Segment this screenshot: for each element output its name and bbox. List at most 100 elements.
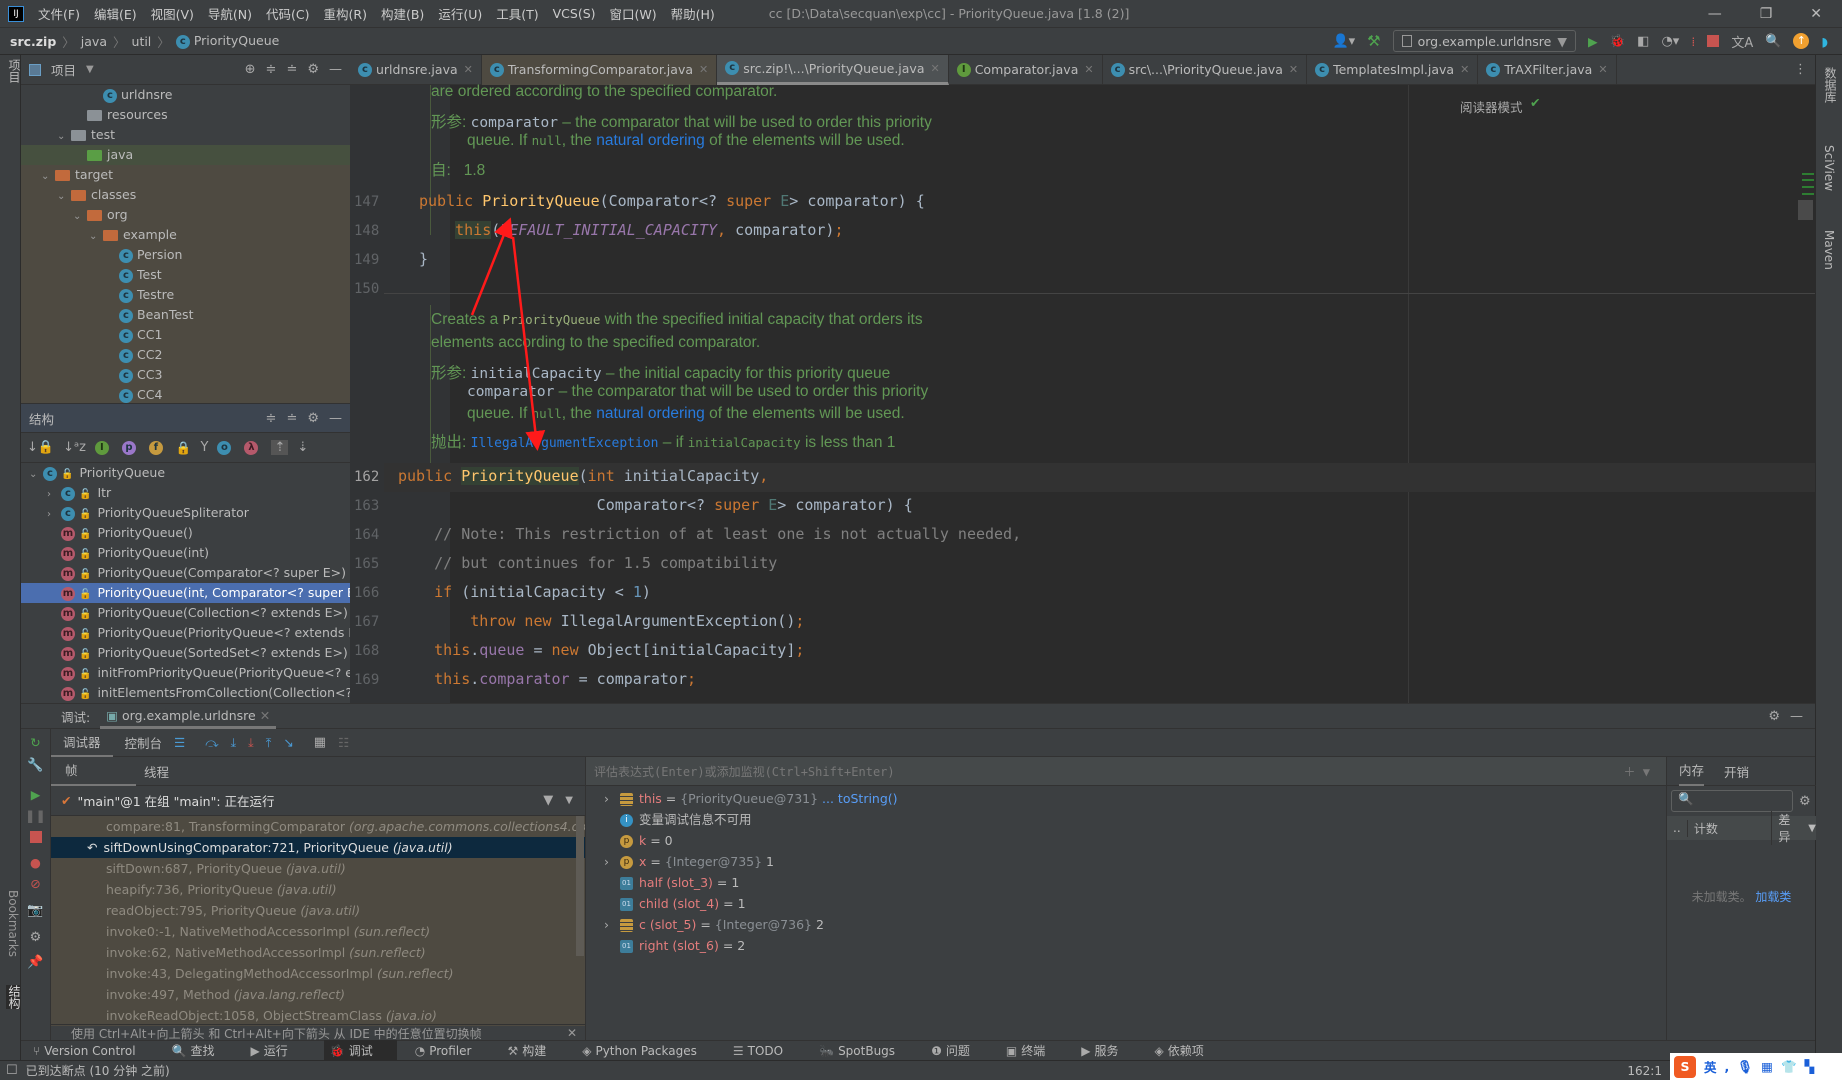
force-step-into-icon[interactable]: ⤓	[248, 735, 254, 751]
variable-row[interactable]: i 变量调试信息不可用	[586, 809, 1666, 830]
tool-window-button[interactable]: ▶ 服务	[1081, 1042, 1136, 1059]
chevron-down-icon[interactable]: ⌄	[89, 227, 103, 247]
apps-icon[interactable]: ▚	[1805, 1059, 1815, 1074]
structure-item[interactable]: m 🔓 PriorityQueue(PriorityQueue<? extends …	[21, 623, 350, 643]
tab-console[interactable]: 控制台	[125, 733, 163, 752]
settings-wrench-icon[interactable]: 🔧	[21, 758, 50, 773]
collapse-all-icon[interactable]: ≐	[286, 62, 297, 77]
tool-window-button[interactable]: ☰ TODO	[733, 1044, 801, 1058]
chevron-down-icon[interactable]: ⌄	[29, 465, 43, 485]
status-toggle-icon[interactable]: ☐	[6, 1063, 18, 1078]
tree-item[interactable]: c CC4	[21, 385, 350, 403]
chevron-down-icon[interactable]: ⌄	[73, 207, 87, 227]
menu-item[interactable]: 导航(N)	[208, 4, 252, 23]
memory-search-input[interactable]: 🔍	[1671, 790, 1793, 812]
settings-icon[interactable]: ⚙	[21, 930, 50, 945]
tree-item[interactable]: java	[21, 145, 350, 165]
step-out-icon[interactable]: ⤒	[266, 735, 272, 751]
doc-link[interactable]: natural ordering	[596, 405, 705, 422]
structure-item[interactable]: m 🔓 initElementsFromCollection(Collection<…	[21, 683, 350, 703]
step-into-icon[interactable]: ⤓	[231, 735, 237, 751]
close-tab-icon[interactable]: ✕	[1598, 63, 1607, 76]
expand-all-icon[interactable]: ≑	[266, 411, 277, 426]
pause-icon[interactable]: ❚❚	[21, 808, 50, 823]
gear-icon[interactable]: ⚙	[1799, 794, 1811, 809]
breadcrumb-item[interactable]: util	[132, 34, 152, 49]
structure-item[interactable]: m 🔓 PriorityQueue(int, Comparator<? super …	[21, 583, 350, 603]
tool-window-button[interactable]: ◔ Profiler	[415, 1044, 490, 1058]
chevron-right-icon[interactable]: ›	[47, 505, 61, 525]
lambdas-icon[interactable]: o	[217, 440, 232, 455]
menu-item[interactable]: 代码(C)	[266, 4, 309, 23]
tree-item[interactable]: ⌄ example	[21, 225, 350, 245]
build-hammer-icon[interactable]: ⚒	[1367, 32, 1380, 50]
tab-overhead[interactable]: 开销	[1724, 762, 1749, 781]
autoscroll-to-source-icon[interactable]: ⇡	[271, 440, 289, 455]
tab-debugger[interactable]: 调试器	[51, 729, 113, 757]
structure-item[interactable]: m 🔓 initFromPriorityQueue(PriorityQueue<? …	[21, 663, 350, 683]
frames-scrollbar[interactable]	[576, 816, 584, 956]
anonymous-icon[interactable]: Y	[200, 440, 208, 455]
structure-item[interactable]: m 🔓 PriorityQueue(SortedSet<? extends E>)	[21, 643, 350, 663]
close-tab-icon[interactable]: ✕	[699, 63, 708, 76]
menu-item[interactable]: 重构(R)	[324, 4, 367, 23]
stack-frame[interactable]: invoke:497, Method (java.lang.reflect)	[51, 984, 585, 1005]
stack-frame[interactable]: invoke:43, DelegatingMethodAccessorImpl …	[51, 963, 585, 984]
close-tab-icon[interactable]: ✕	[930, 62, 939, 75]
variable-row[interactable]: › this = {PriorityQueue@731} ... toString…	[586, 788, 1666, 809]
sort-visibility-icon[interactable]: ↓🔒	[27, 440, 54, 455]
editor-scrollbar[interactable]	[1798, 200, 1813, 220]
variable-row[interactable]: pk = 0	[586, 830, 1666, 851]
doc-link[interactable]: IllegalArgumentException	[471, 436, 659, 451]
tab-threads[interactable]: 线程	[144, 762, 169, 781]
caret-position[interactable]: 162:1	[1627, 1064, 1662, 1078]
stack-frame[interactable]: compare:81, TransformingComparator (org.…	[51, 816, 585, 837]
editor-tab[interactable]: c TemplatesImpl.java ✕	[1307, 54, 1479, 85]
keyboard-icon[interactable]: ▦	[1761, 1059, 1773, 1074]
step-over-icon[interactable]: ⤼	[205, 735, 218, 751]
structure-item[interactable]: › c 🔓 Itr	[21, 483, 350, 503]
tool-window-maven[interactable]: Maven	[1822, 230, 1836, 270]
menu-item[interactable]: VCS(S)	[553, 6, 596, 21]
tab-frames[interactable]: 帧	[51, 757, 136, 786]
view-breakpoints-icon[interactable]: ●	[21, 855, 50, 870]
hide-icon[interactable]: —	[329, 62, 342, 77]
user-icon[interactable]: 👤▾	[1332, 34, 1355, 49]
stack-frame[interactable]: ↶ siftDownUsingComparator:721, PriorityQu…	[51, 837, 585, 858]
layout-icon[interactable]: ☰	[174, 735, 185, 750]
trace-icon[interactable]: ☷	[338, 735, 349, 750]
plugin-logo-icon[interactable]: ◗	[1821, 34, 1828, 49]
search-icon[interactable]: 🔍	[1765, 34, 1781, 49]
tree-item[interactable]: ⌄ classes	[21, 185, 350, 205]
chevron-down-icon[interactable]: ⌄	[41, 167, 55, 187]
close-hint-icon[interactable]: ✕	[567, 1026, 577, 1040]
variable-row[interactable]: › p x = {Integer@735} 1	[586, 851, 1666, 872]
project-title[interactable]: 项目	[51, 60, 76, 79]
collapse-all-icon[interactable]: ≐	[286, 411, 297, 426]
chevron-right-icon[interactable]: ›	[604, 914, 620, 935]
stack-frame[interactable]: readObject:795, PriorityQueue (java.util…	[51, 900, 585, 921]
close-tab-icon[interactable]: ✕	[1460, 63, 1469, 76]
tool-window-button[interactable]: ◈ Python Packages	[582, 1044, 715, 1058]
hide-icon[interactable]: —	[329, 411, 342, 426]
editor-tab[interactable]: c src\...\PriorityQueue.java ✕	[1103, 54, 1308, 85]
tree-item[interactable]: c CC3	[21, 365, 350, 385]
close-window-button[interactable]: ✕	[1810, 6, 1822, 22]
mute-breakpoints-icon[interactable]: ⊘	[21, 876, 50, 891]
non-public-icon[interactable]: 🔒	[176, 440, 192, 456]
resume-icon[interactable]: ▶	[21, 787, 50, 802]
translate-icon[interactable]: 文A	[1731, 32, 1753, 51]
stop-icon[interactable]	[29, 831, 42, 843]
structure-item[interactable]: m 🔓 PriorityQueue(int)	[21, 543, 350, 563]
debug-icon[interactable]: 🐞	[1610, 33, 1626, 49]
pin-icon[interactable]: 📌	[21, 955, 50, 970]
structure-item[interactable]: m 🔓 PriorityQueue()	[21, 523, 350, 543]
fields-icon[interactable]: f	[148, 440, 163, 455]
stack-frame[interactable]: invoke:62, NativeMethodAccessorImpl (sun…	[51, 942, 585, 963]
skin-icon[interactable]: 👕	[1781, 1059, 1797, 1075]
stack-frame[interactable]: invokeReadObject:1058, ObjectStreamClass…	[51, 1005, 585, 1026]
close-tab-icon[interactable]: ✕	[464, 63, 473, 76]
tool-window-database[interactable]: 数据库	[1822, 67, 1839, 103]
tool-window-button[interactable]: ◈ 依赖项	[1154, 1042, 1221, 1059]
reader-mode-toggle[interactable]: 阅读器模式	[1460, 97, 1523, 116]
